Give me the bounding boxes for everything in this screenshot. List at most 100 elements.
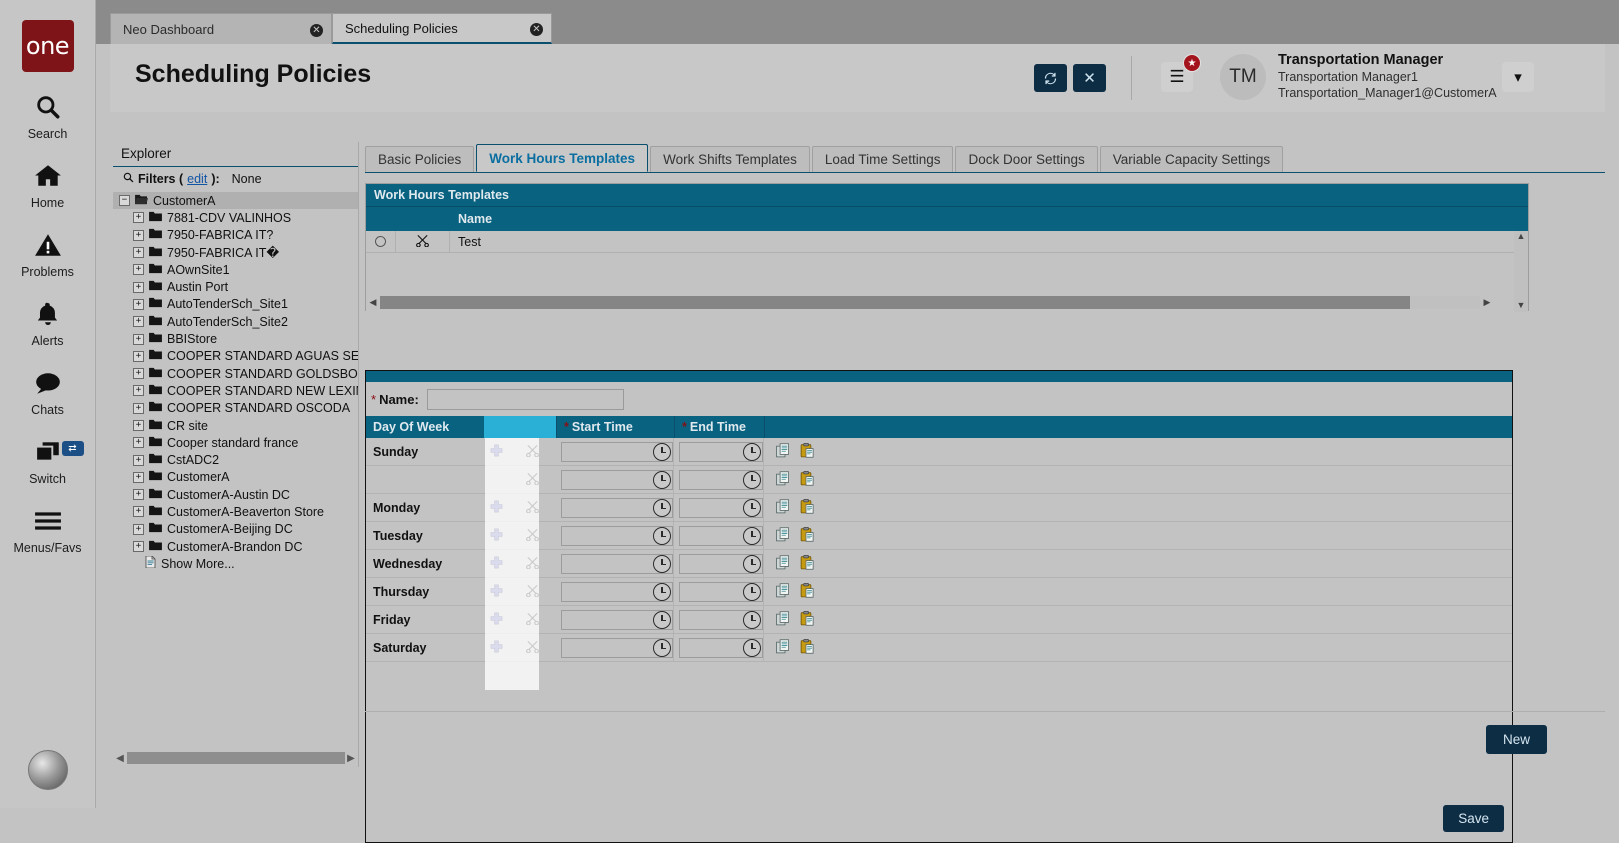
tree-expand-icon[interactable]: + xyxy=(133,282,144,293)
tree-expand-icon[interactable]: + xyxy=(133,420,144,431)
refresh-icon[interactable] xyxy=(1034,64,1067,92)
tree-show-more[interactable]: Show More... xyxy=(113,555,358,572)
clock-icon[interactable] xyxy=(653,471,671,489)
scissors-icon[interactable] xyxy=(509,494,556,522)
rail-item-menus-favs[interactable]: Menus/Favs xyxy=(0,508,96,555)
start-time-input[interactable] xyxy=(562,641,653,655)
copy-icon[interactable] xyxy=(776,611,791,629)
start-time-input[interactable] xyxy=(562,473,653,487)
tab-dock-door-settings[interactable]: Dock Door Settings xyxy=(955,146,1097,172)
rail-item-search[interactable]: Search xyxy=(0,94,96,141)
clock-icon[interactable] xyxy=(653,527,671,545)
copy-icon[interactable] xyxy=(776,443,791,461)
clock-icon[interactable] xyxy=(743,471,761,489)
paste-icon[interactable] xyxy=(800,471,815,489)
copy-icon[interactable] xyxy=(776,471,791,489)
add-row-icon[interactable] xyxy=(484,494,509,522)
scissors-icon[interactable] xyxy=(416,234,429,250)
scrollbar-track[interactable] xyxy=(380,296,1480,309)
tree-node[interactable]: +CR site xyxy=(113,417,358,434)
tree-node[interactable]: +COOPER STANDARD AGUAS SEALING (3 xyxy=(113,348,358,365)
new-button[interactable]: New xyxy=(1486,725,1547,754)
tree-expand-icon[interactable]: + xyxy=(133,264,144,275)
paste-icon[interactable] xyxy=(800,639,815,657)
switch-badge-icon[interactable]: ⇄ xyxy=(62,441,84,456)
add-row-icon[interactable] xyxy=(484,438,509,466)
tree-node[interactable]: +CustomerA xyxy=(113,469,358,486)
scrollbar-thumb[interactable] xyxy=(380,296,1410,309)
end-time-input[interactable] xyxy=(680,557,743,571)
tab-variable-capacity-settings[interactable]: Variable Capacity Settings xyxy=(1100,146,1283,172)
tree-node[interactable]: +COOPER STANDARD NEW LEXINGTON xyxy=(113,382,358,399)
clock-icon[interactable] xyxy=(653,499,671,517)
tree-node[interactable]: +7950-FABRICA IT? xyxy=(113,227,358,244)
filters-edit-link[interactable]: edit xyxy=(187,172,207,186)
tree-node[interactable]: +CustomerA-Beijing DC xyxy=(113,521,358,538)
table-row[interactable]: Test xyxy=(366,231,1528,253)
tree-node[interactable]: +CustomerA-Beaverton Store xyxy=(113,503,358,520)
tree-expand-icon[interactable]: + xyxy=(133,489,144,500)
tree-node[interactable]: +BBIStore xyxy=(113,330,358,347)
tree-node[interactable]: +COOPER STANDARD OSCODA xyxy=(113,400,358,417)
rail-item-home[interactable]: Home xyxy=(0,163,96,210)
add-row-icon[interactable] xyxy=(484,578,509,606)
tree-expand-icon[interactable]: + xyxy=(133,230,144,241)
tab-load-time-settings[interactable]: Load Time Settings xyxy=(812,146,954,172)
clock-icon[interactable] xyxy=(653,639,671,657)
tab-close-icon[interactable]: ✕ xyxy=(284,22,323,37)
rail-item-alerts[interactable]: Alerts xyxy=(0,301,96,348)
rail-item-switch[interactable]: Switch⇄ xyxy=(0,439,96,486)
scroll-right-arrow-icon[interactable]: ▶ xyxy=(344,753,358,764)
save-button[interactable]: Save xyxy=(1443,805,1504,832)
copy-icon[interactable] xyxy=(776,639,791,657)
end-time-input[interactable] xyxy=(680,445,743,459)
tree-node-root[interactable]: −CustomerA xyxy=(113,192,358,209)
start-time-input[interactable] xyxy=(562,613,653,627)
clock-icon[interactable] xyxy=(743,499,761,517)
paste-icon[interactable] xyxy=(800,555,815,573)
clock-icon[interactable] xyxy=(653,443,671,461)
tree-expand-icon[interactable]: + xyxy=(133,506,144,517)
add-row-icon[interactable] xyxy=(484,634,509,662)
row-radio-button[interactable] xyxy=(375,236,386,247)
tree-node[interactable]: +Austin Port xyxy=(113,278,358,295)
tree-expand-icon[interactable]: + xyxy=(133,351,144,362)
tree-node[interactable]: +Cooper standard france xyxy=(113,434,358,451)
tree-node[interactable]: +AOwnSite1 xyxy=(113,261,358,278)
tree-expand-icon[interactable]: + xyxy=(133,385,144,396)
tree-expand-icon[interactable]: + xyxy=(133,541,144,552)
end-time-input[interactable] xyxy=(680,585,743,599)
add-row-icon[interactable] xyxy=(484,550,509,578)
app-logo[interactable]: one xyxy=(22,20,74,72)
add-row-icon[interactable] xyxy=(484,522,509,550)
grid-horizontal-scrollbar[interactable]: ◀ ▶ xyxy=(366,294,1494,310)
grid-vertical-scrollbar[interactable]: ▲ ▼ xyxy=(1514,231,1528,312)
tree-expand-icon[interactable]: + xyxy=(133,368,144,379)
tree-node[interactable]: +CustomerA-Brandon DC xyxy=(113,538,358,555)
tab-basic-policies[interactable]: Basic Policies xyxy=(365,146,474,172)
rail-user-avatar[interactable] xyxy=(28,750,68,790)
explorer-horizontal-scrollbar[interactable]: ◀ ▶ xyxy=(113,749,358,767)
clock-icon[interactable] xyxy=(653,611,671,629)
tree-collapse-icon[interactable]: − xyxy=(119,195,130,206)
scroll-left-arrow-icon[interactable]: ◀ xyxy=(366,297,380,308)
scissors-icon[interactable] xyxy=(509,522,556,550)
tab-work-shifts-templates[interactable]: Work Shifts Templates xyxy=(650,146,810,172)
start-time-input[interactable] xyxy=(562,557,653,571)
paste-icon[interactable] xyxy=(800,499,815,517)
tree-expand-icon[interactable]: + xyxy=(133,437,144,448)
copy-icon[interactable] xyxy=(776,499,791,517)
end-time-input[interactable] xyxy=(680,529,743,543)
scissors-icon[interactable] xyxy=(509,466,556,494)
tree-expand-icon[interactable]: + xyxy=(133,455,144,466)
clock-icon[interactable] xyxy=(743,611,761,629)
scissors-icon[interactable] xyxy=(509,438,556,466)
paste-icon[interactable] xyxy=(800,583,815,601)
scroll-left-arrow-icon[interactable]: ◀ xyxy=(113,753,127,764)
tree-expand-icon[interactable]: + xyxy=(133,472,144,483)
scissors-icon[interactable] xyxy=(509,606,556,634)
clock-icon[interactable] xyxy=(743,583,761,601)
start-time-input[interactable] xyxy=(562,501,653,515)
name-input[interactable] xyxy=(427,389,624,410)
clock-icon[interactable] xyxy=(743,443,761,461)
